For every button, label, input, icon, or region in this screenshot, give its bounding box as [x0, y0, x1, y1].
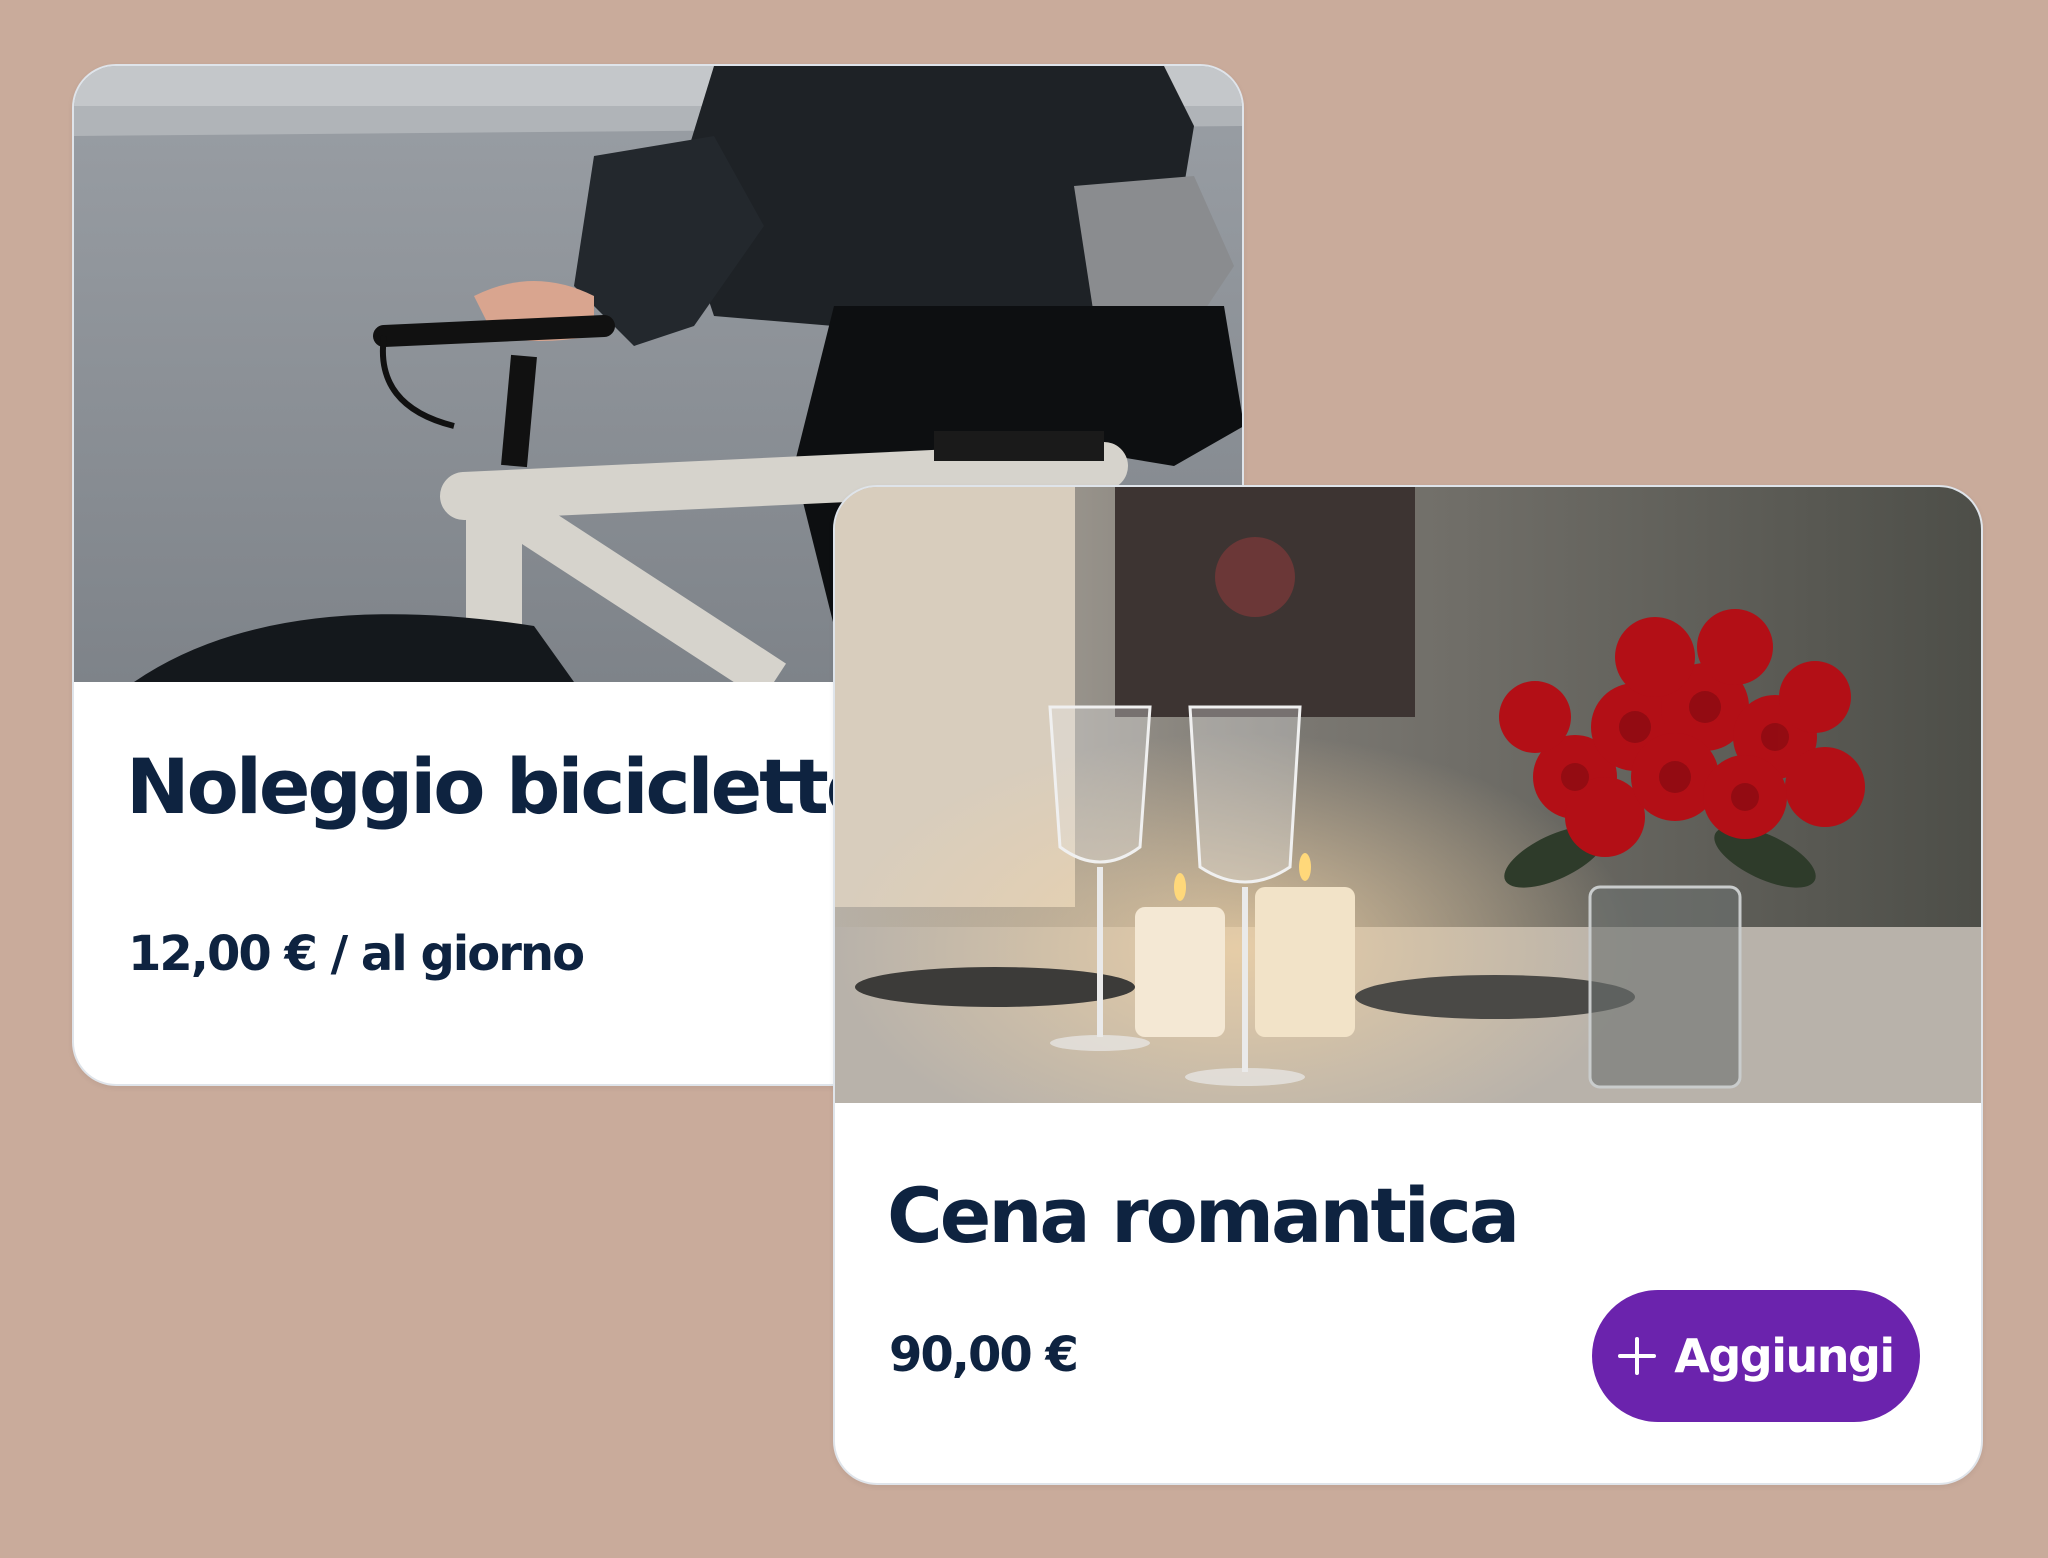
product-price: 90,00 €: [889, 1327, 1079, 1383]
candlelit-dinner-roses-photo: [835, 487, 1981, 1103]
romantic-dinner-card[interactable]: Cena romantica 90,00 € Aggiungi: [833, 485, 1983, 1485]
plus-icon: [1618, 1337, 1657, 1375]
product-title: Cena romantica: [887, 1171, 1520, 1260]
add-button-label: Aggiungi: [1674, 1329, 1895, 1383]
add-button[interactable]: Aggiungi: [1592, 1290, 1920, 1422]
product-price: 12,00 € / al giorno: [128, 926, 585, 982]
product-title: Noleggio biciclette: [126, 742, 877, 831]
